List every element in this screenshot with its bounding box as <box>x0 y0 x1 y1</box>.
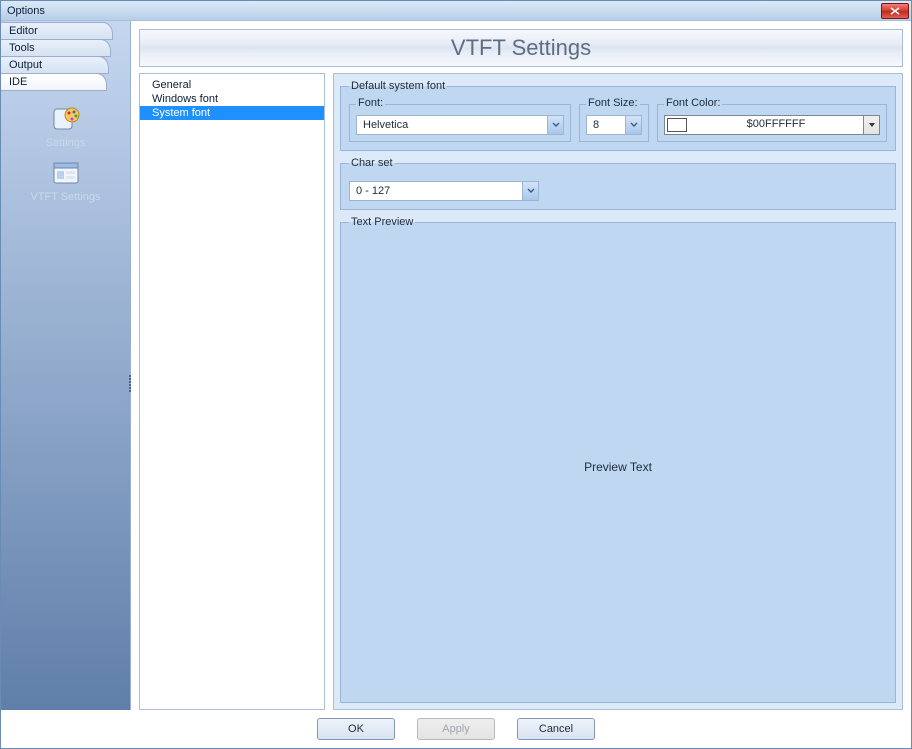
button-label: Cancel <box>539 723 573 735</box>
charset-combo[interactable]: 0 - 127 <box>349 181 539 201</box>
ok-button[interactable]: OK <box>317 718 395 740</box>
font-color-group: Font Color: $00FFFFFF <box>657 104 887 142</box>
charset-group: Char set 0 - 127 <box>340 157 896 210</box>
resize-grip[interactable] <box>127 371 133 395</box>
sidebar-item-label: VTFT Settings <box>30 191 100 203</box>
tree-item-system-font[interactable]: System font <box>140 106 324 120</box>
charset-label: Char set <box>349 157 395 169</box>
footer: OK Apply Cancel <box>1 710 911 748</box>
page-title: VTFT Settings <box>139 29 903 67</box>
sidebar-items: Settings VTFT Settings <box>1 101 130 207</box>
tree-item-label: General <box>152 79 191 91</box>
font-label: Font: <box>356 97 385 109</box>
sidebar-tab-label: Editor <box>9 25 38 37</box>
chevron-down-icon <box>863 116 879 134</box>
sidebar-tab-label: Tools <box>9 42 35 54</box>
font-group: Font: Helvetica <box>349 104 571 142</box>
font-color-combo[interactable]: $00FFFFFF <box>664 115 880 135</box>
window-icon <box>50 157 82 189</box>
sidebar: Editor Tools Output IDE <box>1 21 131 710</box>
options-window: Options Editor Tools Output IDE <box>0 0 912 749</box>
sidebar-tab-editor[interactable]: Editor <box>1 22 113 40</box>
sidebar-tab-tools[interactable]: Tools <box>1 39 111 57</box>
chevron-down-icon <box>625 116 641 134</box>
sidebar-tab-label: IDE <box>9 76 27 88</box>
sidebar-tab-ide[interactable]: IDE <box>1 73 107 91</box>
palette-icon <box>50 103 82 135</box>
main-panel: VTFT Settings General Windows font Syste… <box>131 21 911 710</box>
window-title: Options <box>7 5 45 17</box>
window-buttons <box>881 3 909 19</box>
charset-value: 0 - 127 <box>350 182 522 200</box>
tree-item-windows-font[interactable]: Windows font <box>140 92 324 106</box>
close-button[interactable] <box>881 3 909 19</box>
button-label: OK <box>348 723 364 735</box>
preview-text: Preview Text <box>584 460 652 474</box>
font-value: Helvetica <box>357 116 547 134</box>
text-preview-group: Text Preview Preview Text <box>340 216 896 703</box>
cancel-button[interactable]: Cancel <box>517 718 595 740</box>
font-size-label: Font Size: <box>586 97 640 109</box>
preview-label: Text Preview <box>349 216 415 228</box>
close-icon <box>890 7 900 15</box>
sidebar-tab-label: Output <box>9 59 42 71</box>
tree-item-label: Windows font <box>152 93 218 105</box>
apply-button[interactable]: Apply <box>417 718 495 740</box>
font-size-value: 8 <box>587 116 625 134</box>
group-legend: Default system font <box>349 80 447 92</box>
font-size-combo[interactable]: 8 <box>586 115 642 135</box>
tree-item-label: System font <box>152 107 210 119</box>
tree-item-general[interactable]: General <box>140 78 324 92</box>
font-color-label: Font Color: <box>664 97 722 109</box>
default-font-group: Default system font Font: Helvetica <box>340 80 896 151</box>
settings-tree[interactable]: General Windows font System font <box>139 73 325 710</box>
font-size-group: Font Size: 8 <box>579 104 649 142</box>
title-bar: Options <box>1 1 911 21</box>
page-title-text: VTFT Settings <box>451 35 591 61</box>
button-label: Apply <box>442 723 470 735</box>
sidebar-item-label: Settings <box>46 137 86 149</box>
settings-pane: Default system font Font: Helvetica <box>333 73 903 710</box>
font-color-value: $00FFFFFF <box>689 116 863 134</box>
color-swatch <box>667 118 687 132</box>
chevron-down-icon <box>547 116 563 134</box>
sidebar-tab-output[interactable]: Output <box>1 56 109 74</box>
chevron-down-icon <box>522 182 538 200</box>
font-combo[interactable]: Helvetica <box>356 115 564 135</box>
sidebar-item-settings[interactable]: Settings <box>1 101 130 153</box>
sidebar-item-vtft[interactable]: VTFT Settings <box>1 155 130 207</box>
